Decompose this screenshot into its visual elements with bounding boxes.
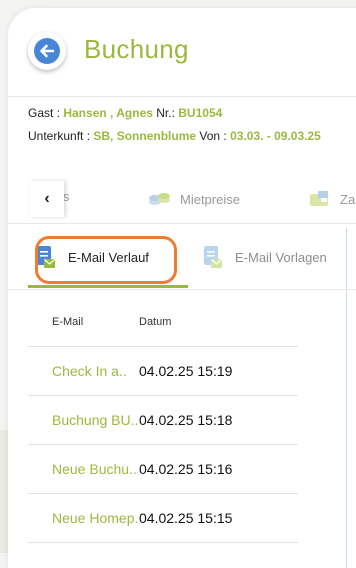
guest-name: Hansen , Agnes [63, 106, 153, 120]
tabs-scroll-left-button[interactable]: ‹ [30, 181, 64, 217]
email-cell[interactable]: Neue Buchu.. [28, 461, 139, 477]
table-row[interactable]: Check In a.. 04.02.25 15:19 [28, 347, 298, 396]
email-cell[interactable]: Buchung BU.. [28, 412, 139, 428]
table-row[interactable]: Neue Homep.. 04.02.25 15:15 [28, 494, 298, 543]
guest-info: Gast : Hansen , Agnes Nr.: BU1054 [28, 106, 223, 120]
tab-email-vorlagen[interactable]: E-Mail Vorlagen [203, 235, 327, 279]
booking-panel: Buchung Gast : Hansen , Agnes Nr.: BU105… [8, 8, 356, 568]
accommodation-name: SB, Sonnenblume [93, 129, 197, 143]
back-button[interactable] [28, 32, 66, 70]
tab-mietpreise[interactable]: Mietpreise [148, 189, 240, 210]
highlight-ring [35, 236, 177, 284]
table-row[interactable]: Buchung BU.. 04.02.25 15:18 [28, 396, 298, 445]
email-template-icon [203, 245, 223, 269]
arrow-left-icon [34, 38, 60, 64]
wallet-icon [308, 189, 332, 210]
tabs-divider [8, 223, 356, 224]
email-cell[interactable]: Neue Homep.. [28, 510, 139, 526]
email-table: E-Mail Datum Check In a.. 04.02.25 15:19… [28, 298, 298, 543]
table-row[interactable]: Neue Buchu.. 04.02.25 15:16 [28, 445, 298, 494]
subtabs-divider [8, 289, 356, 290]
tab-zahlungen[interactable]: Za [308, 189, 355, 210]
date-cell: 04.02.25 15:18 [139, 412, 233, 428]
column-header-datum[interactable]: Datum [139, 316, 298, 328]
date-cell: 04.02.25 15:19 [139, 363, 233, 379]
column-header-email[interactable]: E-Mail [28, 316, 139, 328]
table-header: E-Mail Datum [28, 298, 298, 347]
email-cell[interactable]: Check In a.. [28, 363, 139, 379]
chevron-left-icon: ‹ [44, 190, 50, 207]
coins-icon [148, 189, 172, 210]
page-title: Buchung [84, 34, 189, 64]
accommodation-info: Unterkunft : SB, Sonnenblume Von : 03.03… [28, 129, 321, 143]
header-divider [8, 96, 356, 97]
main-tab-bar: ls Mietpreise Za ‹ [8, 173, 356, 221]
booking-number: BU1054 [178, 106, 223, 120]
active-tab-indicator [28, 285, 188, 288]
date-cell: 04.02.25 15:15 [139, 510, 233, 526]
date-range: 03.03. - 09.03.25 [230, 129, 321, 143]
date-cell: 04.02.25 15:16 [139, 461, 233, 477]
